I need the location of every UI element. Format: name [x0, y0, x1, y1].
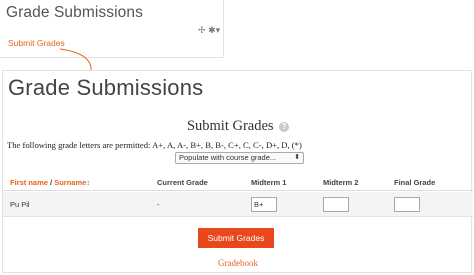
submit-grades-link[interactable]: Submit Grades — [8, 38, 65, 48]
page-title: Grade Submissions — [8, 75, 204, 100]
gradebook-link: Gradebook — [3, 258, 473, 268]
surname-sort-link[interactable]: Surname — [54, 178, 86, 187]
submit-grades-button[interactable]: Submit Grades — [198, 228, 274, 248]
populate-course-grade-select[interactable]: Populate with course grade... ⬍ — [175, 152, 304, 164]
move-icon[interactable]: ✢ — [198, 26, 206, 35]
midterm1-input[interactable]: B+ — [251, 197, 277, 212]
midterm1-header: Midterm 1 — [251, 178, 287, 187]
select-caret-icon: ⬍ — [294, 154, 300, 161]
submit-grades-heading: Submit Grades — [186, 118, 274, 135]
grade-submissions-page: Grade Submissions Submit Grades ? The fo… — [2, 70, 473, 273]
populate-select-value: Populate with course grade... — [179, 153, 277, 162]
gear-icon[interactable]: ✱▾ — [208, 26, 220, 35]
sort-icon[interactable]: ↕ — [86, 180, 90, 187]
current-grade-value: - — [157, 200, 160, 209]
block-controls: ✢ ✱▾ — [198, 26, 220, 35]
final-grade-header: Final Grade — [394, 178, 436, 187]
final-grade-input[interactable] — [394, 197, 420, 212]
gradebook-link-text[interactable]: Gradebook — [218, 258, 258, 268]
midterm2-input[interactable] — [323, 197, 349, 212]
permitted-grades-text: The following grade letters are permitte… — [7, 140, 302, 150]
student-name: Pu Pil — [10, 200, 30, 209]
midterm2-header: Midterm 2 — [323, 178, 359, 187]
grade-submissions-block: Grade Submissions ✢ ✱▾ Submit Grades — [0, 0, 224, 58]
grades-table-header: First name / Surname↕ Current Grade Midt… — [3, 176, 473, 191]
first-name-sort-link[interactable]: First name — [10, 178, 48, 187]
name-column-header: First name / Surname↕ — [10, 178, 90, 187]
table-row: Pu Pil - B+ — [3, 192, 473, 217]
block-title: Grade Submissions — [6, 4, 143, 21]
heading-row: Submit Grades ? — [3, 118, 473, 136]
help-icon[interactable]: ? — [279, 121, 290, 132]
current-grade-header: Current Grade — [157, 178, 208, 187]
